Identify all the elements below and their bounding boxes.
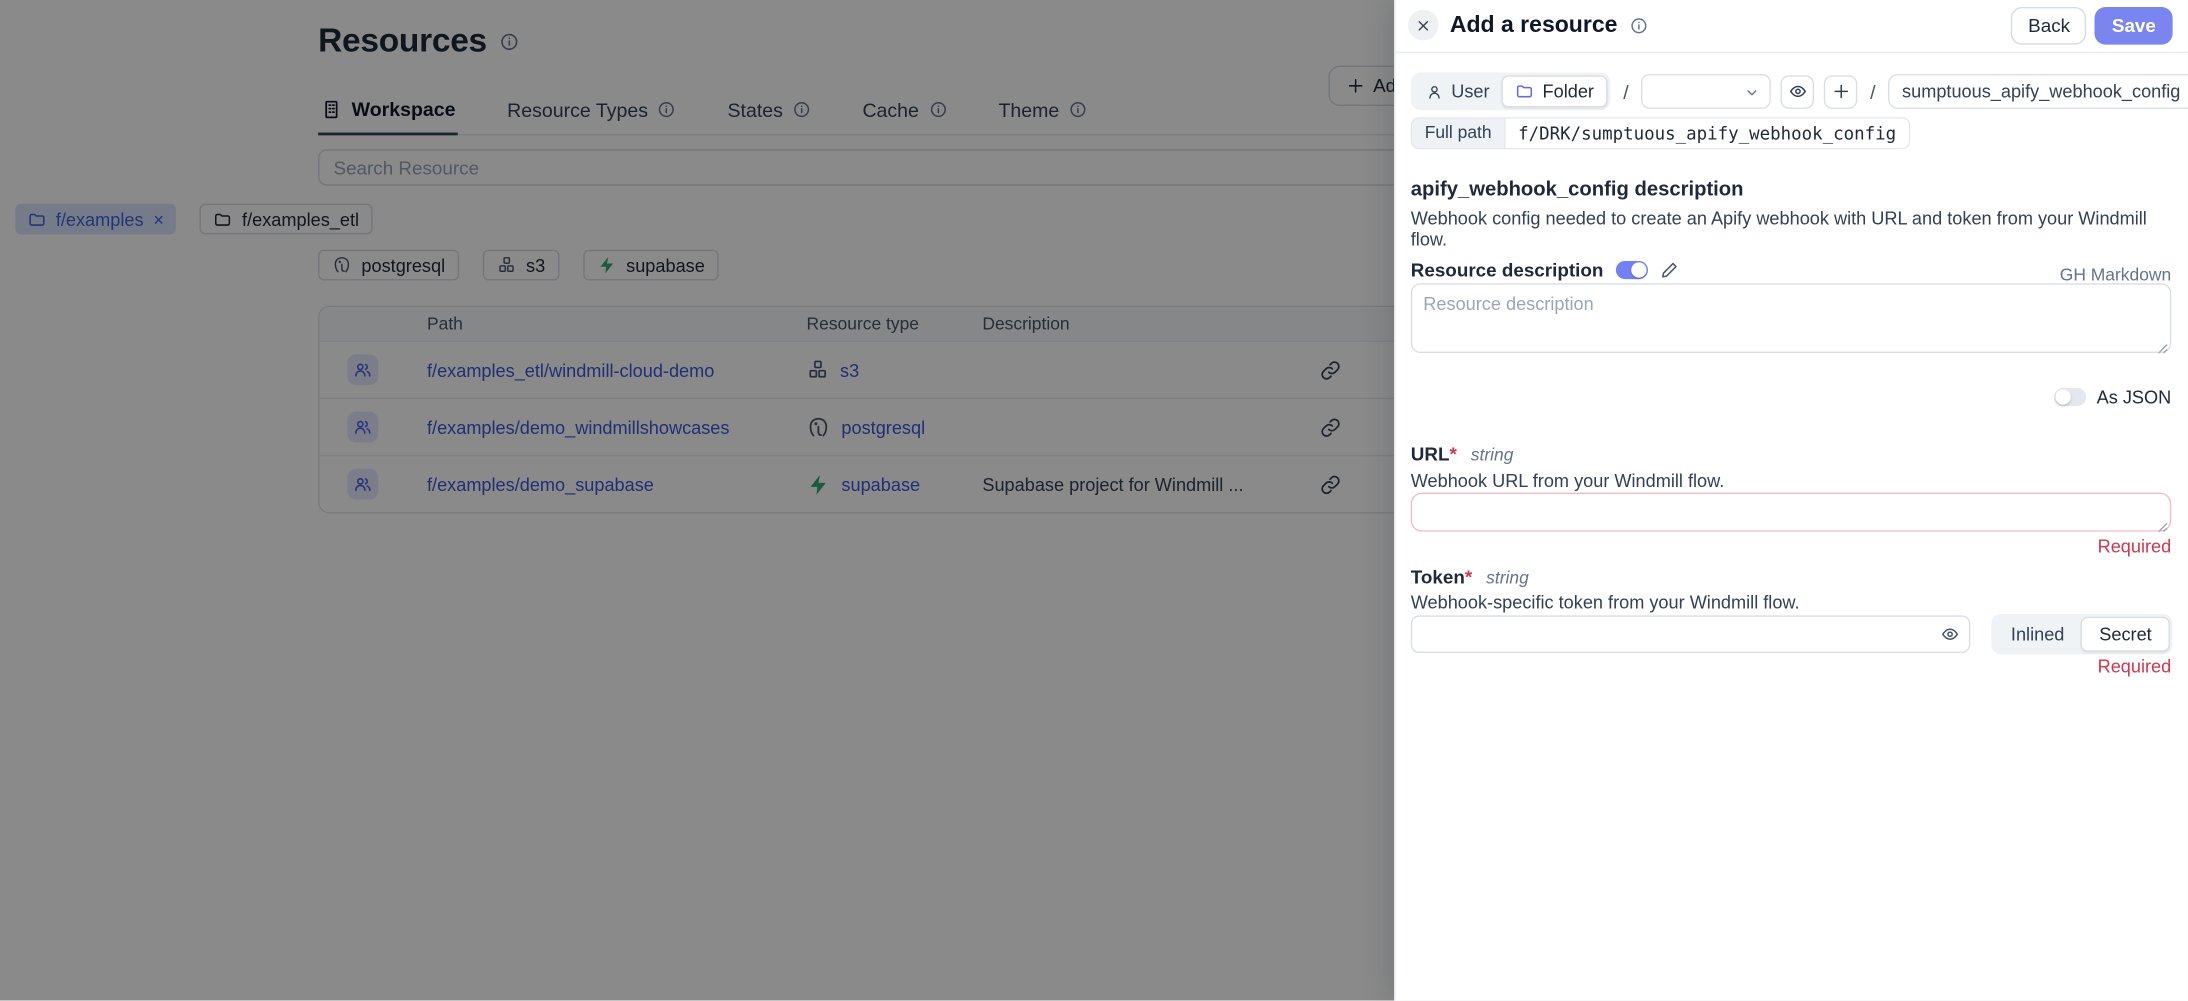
owner-toggle-label: User — [1451, 81, 1489, 102]
resource-name-input[interactable] — [1888, 74, 2188, 109]
as-json-row: As JSON — [2053, 387, 2171, 408]
owner-toggle: User Folder — [1411, 73, 1611, 111]
drawer-title: Add a resource — [1450, 0, 1648, 52]
user-icon — [1426, 83, 1443, 100]
plus-icon — [1832, 82, 1850, 100]
token-required-error: Required — [2098, 656, 2172, 677]
eye-icon — [1788, 82, 1806, 100]
as-json-toggle[interactable] — [2053, 388, 2085, 406]
view-folder-button[interactable] — [1781, 75, 1814, 108]
required-star: * — [1449, 444, 1456, 465]
owner-toggle-label: Folder — [1543, 81, 1594, 102]
url-input[interactable] — [1411, 493, 2171, 532]
token-input[interactable] — [1411, 615, 1971, 653]
save-button[interactable]: Save — [2095, 7, 2172, 45]
schema-heading: apify_webhook_config description — [1411, 179, 1744, 201]
app-viewport: Resources Add a resource Workspace Resou… — [0, 0, 2188, 1001]
path-separator: / — [1870, 80, 1875, 102]
close-button[interactable] — [1408, 10, 1439, 41]
folder-select[interactable] — [1641, 74, 1771, 109]
description-toggle[interactable] — [1616, 261, 1648, 279]
url-field-description: Webhook URL from your Windmill flow. — [1411, 470, 1725, 491]
path-builder-row: User Folder / — [1411, 73, 2188, 111]
folder-icon — [1516, 82, 1534, 100]
description-label: Resource description — [1411, 260, 1604, 281]
field-name: Token* — [1411, 567, 1472, 588]
info-icon — [1630, 17, 1648, 35]
resource-description-textarea[interactable] — [1411, 283, 2171, 353]
url-field-label: URL* string — [1411, 444, 1514, 465]
token-field-label: Token* string — [1411, 567, 1529, 588]
token-mode-toggle: Inlined Secret — [1991, 614, 2172, 654]
field-type: string — [1471, 445, 1514, 465]
resize-handle-icon[interactable] — [2157, 522, 2168, 533]
new-folder-button[interactable] — [1824, 75, 1857, 108]
schema-description: Webhook config needed to create an Apify… — [1411, 208, 2171, 250]
pencil-icon[interactable] — [1661, 261, 1679, 279]
url-required-error: Required — [2098, 536, 2172, 557]
drawer-title-text: Add a resource — [1450, 13, 1618, 40]
token-mode-inlined[interactable]: Inlined — [1994, 618, 2081, 650]
full-path-label: Full path — [1412, 119, 1505, 148]
owner-toggle-user[interactable]: User — [1414, 77, 1503, 106]
full-path: Full path f/DRK/sumptuous_apify_webhook_… — [1411, 117, 1910, 149]
back-button[interactable]: Back — [2011, 7, 2086, 45]
token-field-description: Webhook-specific token from your Windmil… — [1411, 592, 1800, 613]
markdown-hint: GH Markdown — [2060, 265, 2171, 285]
field-type: string — [1486, 568, 1529, 588]
token-row: Inlined Secret — [1411, 614, 2173, 654]
required-star: * — [1465, 567, 1472, 588]
path-separator: / — [1623, 80, 1628, 102]
description-label-row: Resource description — [1411, 260, 1679, 281]
chevron-down-icon — [1745, 85, 1760, 100]
add-resource-drawer: Add a resource Back Save User — [1394, 0, 2188, 1001]
resize-handle-icon[interactable] — [2157, 343, 2168, 354]
owner-toggle-folder[interactable]: Folder — [1502, 75, 1608, 107]
full-path-value: f/DRK/sumptuous_apify_webhook_config — [1506, 119, 1909, 148]
token-mode-secret[interactable]: Secret — [2081, 617, 2170, 652]
eye-icon[interactable] — [1941, 625, 1959, 643]
drawer-header: Add a resource Back Save — [1395, 0, 2188, 53]
field-name: URL* — [1411, 444, 1457, 465]
as-json-label: As JSON — [2097, 387, 2172, 408]
